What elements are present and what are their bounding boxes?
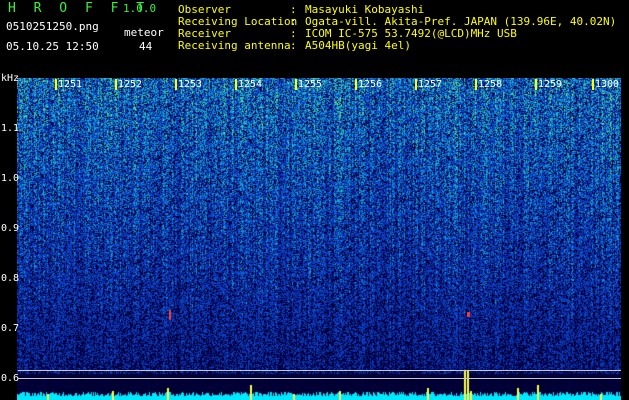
location-label: Receiving Location — [178, 15, 298, 28]
spectrogram-canvas — [17, 78, 621, 400]
antenna-value: A504HB(yagi 4el) — [305, 39, 411, 52]
time-tick-1253: 1253 — [174, 79, 203, 90]
location-value: Ogata-vill. Akita-Pref. JAPAN (139.96E, … — [305, 15, 617, 28]
info-colon: : — [290, 3, 297, 16]
time-tick-1257: 1257 — [414, 79, 443, 90]
y-tick-1-1: 1.1 — [1, 123, 20, 134]
observer-label: Observer — [178, 3, 231, 16]
time-tick-1256: 1256 — [354, 79, 383, 90]
time-tick-1251: 1251 — [54, 79, 83, 90]
time-tick-1300: 1300 — [591, 79, 620, 90]
receiver-label: Receiver — [178, 27, 231, 40]
info-colon: : — [290, 27, 297, 40]
header-panel: H R O F F T 1.0.0 0510251250.png meteor … — [0, 0, 629, 78]
y-tick-0-8: 0.8 — [1, 273, 20, 284]
meteor-count: 44 — [139, 40, 153, 53]
time-tick-1259: 1259 — [534, 79, 563, 90]
antenna-label: Receiving antenna — [178, 39, 291, 52]
time-tick-1252: 1252 — [114, 79, 143, 90]
info-colon: : — [290, 15, 297, 28]
y-tick-1-0: 1.0 — [1, 173, 20, 184]
meteor-label: meteor — [124, 26, 164, 39]
y-tick-0-6: 0.6 — [1, 373, 20, 384]
receiver-value: ICOM IC-575 53.7492(@LCD)MHz USB — [305, 27, 517, 40]
observer-value: Masayuki Kobayashi — [305, 3, 425, 16]
y-axis-unit: kHz — [1, 73, 20, 84]
reference-line — [18, 370, 621, 371]
file-name: 0510251250.png — [6, 20, 99, 33]
reference-line — [18, 378, 621, 379]
time-tick-1258: 1258 — [474, 79, 503, 90]
y-tick-0-9: 0.9 — [1, 223, 20, 234]
time-tick-1254: 1254 — [234, 79, 263, 90]
time-tick-1255: 1255 — [294, 79, 323, 90]
timestamp: 05.10.25 12:50 — [6, 40, 99, 53]
app-version: 1.0.0 — [123, 2, 157, 15]
y-tick-0-7: 0.7 — [1, 323, 20, 334]
info-colon: : — [290, 39, 297, 52]
